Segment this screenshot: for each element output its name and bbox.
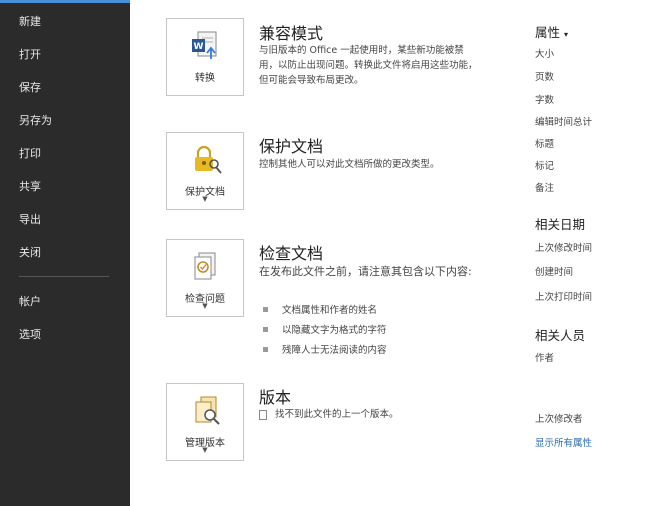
nav-close[interactable]: 关闭: [19, 244, 41, 260]
versions-note: 找不到此文件的上一个版本。: [259, 407, 499, 422]
property-size: 大小: [535, 49, 555, 60]
convert-label: 转换: [195, 73, 215, 84]
nav-options[interactable]: 选项: [19, 326, 41, 342]
protect-description: 控制其他人可以对此文档所做的更改类型。: [259, 159, 440, 170]
show-all-properties-link[interactable]: 显示所有属性: [535, 435, 592, 449]
chevron-down-icon: ▼: [202, 195, 208, 203]
nav-accent-bar: [0, 0, 130, 3]
people-author: 作者: [535, 353, 555, 364]
property-tags: 标记: [535, 161, 555, 172]
inspect-document-icon: [194, 252, 216, 280]
svg-text:W: W: [194, 42, 204, 52]
lock-key-icon: [195, 145, 222, 174]
backstage-nav: 新建 打开 保存 另存为 打印 共享 导出 关闭 帐户 选项: [0, 0, 130, 506]
versions-title: 版本: [259, 388, 292, 407]
nav-share[interactable]: 共享: [19, 178, 41, 194]
inspect-bullet: 文档属性和作者的姓名: [263, 302, 377, 316]
compat-description: 与旧版本的 Office 一起使用时，某些新功能被禁用，以防止出现问题。转换此文…: [259, 45, 478, 86]
protect-title: 保护文档: [259, 137, 324, 156]
date-last-modified: 上次修改时间: [535, 243, 593, 254]
people-last-modified-by: 上次修改者: [535, 414, 583, 425]
nav-open[interactable]: 打开: [19, 46, 41, 62]
chevron-down-icon: ▾: [564, 30, 569, 39]
convert-button[interactable]: W 转换: [166, 18, 244, 96]
nav-export[interactable]: 导出: [19, 211, 41, 227]
nav-account[interactable]: 帐户: [19, 293, 41, 309]
chevron-down-icon: ▼: [202, 446, 208, 454]
compat-title: 兼容模式: [259, 24, 324, 43]
manage-versions-icon: [195, 396, 220, 425]
property-edit-time: 编辑时间总计: [535, 117, 593, 128]
nav-save-as[interactable]: 另存为: [19, 112, 52, 128]
document-icon: [259, 409, 267, 420]
word-convert-icon: W: [192, 31, 217, 59]
inspect-description: 在发布此文件之前，请注意其包含以下内容:: [259, 265, 472, 278]
nav-new[interactable]: 新建: [19, 13, 41, 29]
property-pages: 页数: [535, 72, 555, 83]
related-dates-header: 相关日期: [535, 217, 586, 232]
date-created: 创建时间: [535, 267, 574, 278]
property-title: 标题: [535, 139, 555, 150]
nav-divider: [19, 276, 109, 277]
inspect-bullet: 残障人士无法阅读的内容: [263, 342, 387, 356]
properties-header[interactable]: 属性 ▾: [535, 22, 568, 41]
related-people-header: 相关人员: [535, 328, 586, 343]
property-comments: 备注: [535, 183, 555, 194]
nav-print[interactable]: 打印: [19, 145, 41, 161]
inspect-bullet: 以隐藏文字为格式的字符: [263, 322, 387, 336]
date-last-printed: 上次打印时间: [535, 292, 593, 303]
protect-document-button[interactable]: 保护文档 ▼: [166, 132, 244, 210]
manage-versions-button[interactable]: 管理版本 ▼: [166, 383, 244, 461]
inspect-title: 检查文档: [259, 244, 324, 263]
nav-save[interactable]: 保存: [19, 79, 41, 95]
chevron-down-icon: ▼: [202, 302, 208, 310]
property-words: 字数: [535, 95, 555, 106]
check-issues-button[interactable]: 检查问题 ▼: [166, 239, 244, 317]
